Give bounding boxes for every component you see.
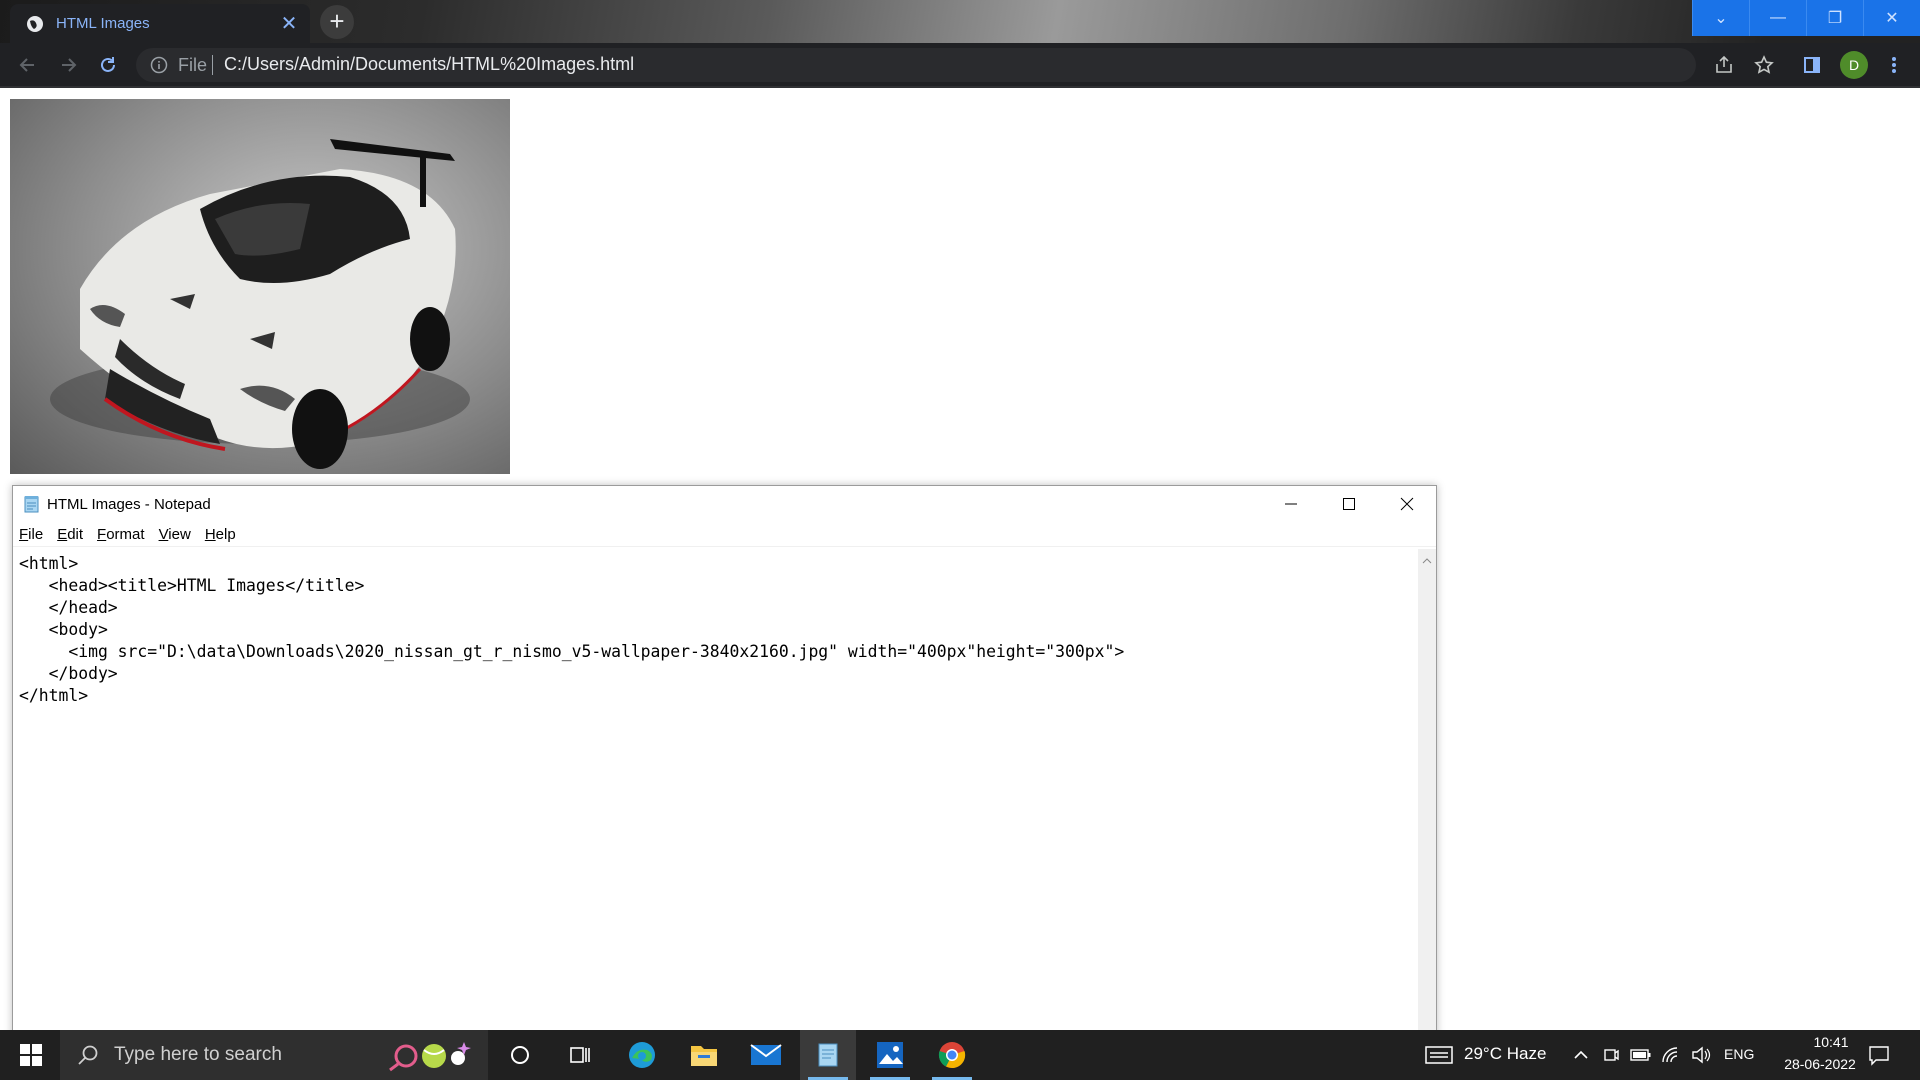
reload-icon[interactable] (96, 53, 120, 77)
cortana-icon[interactable] (492, 1030, 548, 1080)
menu-edit[interactable]: Edit (57, 526, 83, 543)
close-window-icon[interactable]: ✕ (1863, 0, 1920, 36)
url-text[interactable]: C:/Users/Admin/Documents/HTML%20Images.h… (224, 54, 634, 75)
notepad-window: HTML Images - Notepad File Edit Format V… (12, 485, 1437, 1047)
new-tab-button[interactable]: + (320, 5, 354, 39)
browser-tab[interactable]: HTML Images ✕ (10, 4, 310, 43)
profile-avatar[interactable]: D (1840, 51, 1868, 79)
notepad-icon (23, 495, 41, 513)
photos-icon[interactable] (862, 1030, 918, 1080)
taskbar-search-box[interactable]: Type here to search (60, 1030, 488, 1080)
forward-icon[interactable] (56, 53, 80, 77)
show-hidden-icons-icon[interactable] (1570, 1044, 1592, 1066)
windows-taskbar: Type here to search 29°C Haze ENG 10:41 … (0, 1030, 1920, 1080)
search-placeholder: Type here to search (114, 1044, 282, 1065)
tab-search-icon[interactable]: ⌄ (1692, 0, 1749, 36)
chrome-icon[interactable] (924, 1030, 980, 1080)
file-explorer-icon[interactable] (676, 1030, 732, 1080)
page-load-bar (0, 86, 1920, 88)
menu-file[interactable]: File (19, 526, 43, 543)
url-separator (212, 55, 213, 75)
url-scheme-label: File (178, 55, 208, 75)
volume-icon[interactable] (1690, 1044, 1712, 1066)
share-icon[interactable] (1712, 53, 1736, 77)
browser-tab-strip: HTML Images ✕ + ⌄ — ❐ ✕ (0, 0, 1920, 43)
edge-icon[interactable] (614, 1030, 670, 1080)
search-highlight-art (384, 1038, 474, 1072)
side-panel-icon[interactable] (1800, 53, 1824, 77)
task-view-icon[interactable] (552, 1030, 608, 1080)
input-language[interactable]: ENG (1724, 1046, 1754, 1062)
tab-close-icon[interactable]: ✕ (278, 11, 300, 36)
restore-icon[interactable]: ❐ (1806, 0, 1863, 36)
scroll-up-icon[interactable] (1422, 553, 1432, 564)
browser-toolbar: File C:/Users/Admin/Documents/HTML%20Ima… (0, 43, 1920, 87)
weather-icon[interactable] (1424, 1044, 1454, 1066)
wifi-icon[interactable] (1660, 1044, 1682, 1066)
address-bar[interactable]: File C:/Users/Admin/Documents/HTML%20Ima… (136, 48, 1696, 82)
tab-title: HTML Images (56, 15, 150, 32)
notepad-minimize-icon[interactable] (1262, 486, 1320, 522)
info-icon[interactable] (150, 56, 168, 79)
meet-now-icon[interactable] (1600, 1044, 1622, 1066)
notepad-maximize-icon[interactable] (1320, 486, 1378, 522)
globe-icon (26, 15, 44, 33)
notepad-title: HTML Images - Notepad (47, 495, 211, 513)
browser-window-controls: ⌄ — ❐ ✕ (1692, 0, 1920, 36)
mail-icon[interactable] (738, 1030, 794, 1080)
back-icon[interactable] (16, 53, 40, 77)
menu-format[interactable]: Format (97, 526, 145, 543)
search-icon (76, 1043, 100, 1067)
menu-view[interactable]: View (159, 526, 191, 543)
windows-logo-icon (20, 1044, 42, 1066)
car-image (10, 99, 510, 474)
clock-date[interactable]: 28-06-2022 (1770, 1056, 1870, 1072)
vertical-scrollbar[interactable] (1418, 549, 1436, 1046)
bookmark-star-icon[interactable] (1752, 53, 1776, 77)
notepad-editor[interactable]: <html> <head><title>HTML Images</title> … (13, 549, 1418, 1046)
minimize-icon[interactable]: — (1749, 0, 1806, 36)
notepad-titlebar[interactable]: HTML Images - Notepad (13, 486, 1436, 522)
notepad-close-icon[interactable] (1378, 486, 1436, 522)
notepad-menubar: File Edit Format View Help (13, 522, 1436, 547)
more-menu-icon[interactable] (1882, 53, 1906, 77)
notepad-taskbar-icon[interactable] (800, 1030, 856, 1080)
notepad-text[interactable]: <html> <head><title>HTML Images</title> … (19, 553, 1412, 707)
weather-text[interactable]: 29°C Haze (1464, 1044, 1546, 1064)
notifications-icon[interactable] (1868, 1044, 1890, 1066)
start-button[interactable] (10, 1030, 52, 1080)
clock-time[interactable]: 10:41 (1786, 1034, 1876, 1050)
menu-help[interactable]: Help (205, 526, 236, 543)
battery-icon[interactable] (1630, 1044, 1652, 1066)
